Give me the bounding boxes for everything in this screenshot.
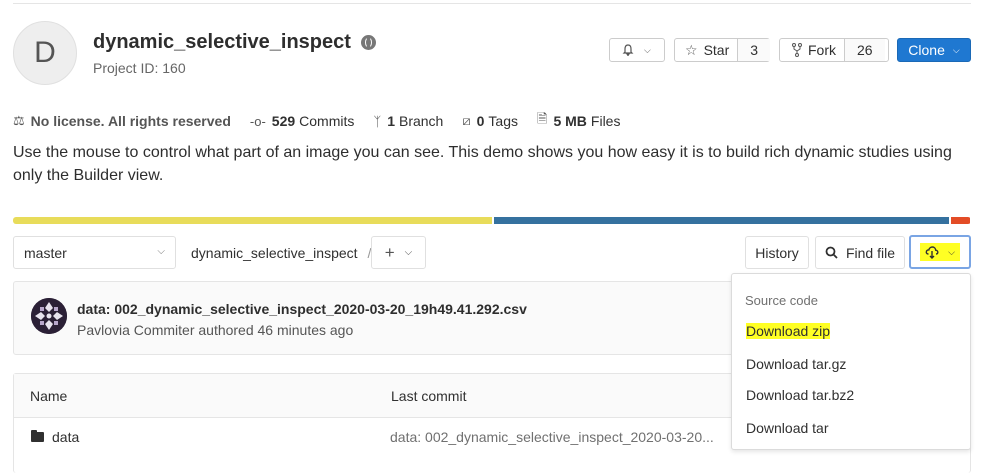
- branches-stat[interactable]: ᛉ 1 Branch: [373, 113, 443, 129]
- commit-message[interactable]: data: 002_dynamic_selective_inspect_2020…: [77, 301, 527, 317]
- star-label: Star: [703, 42, 730, 58]
- branches-label: Branch: [398, 113, 444, 129]
- file-entry-data[interactable]: data: [31, 429, 79, 445]
- chevron-down-icon: ⌵: [404, 247, 413, 258]
- chevron-down-icon: ⌵: [157, 246, 165, 257]
- public-globe-icon: [360, 35, 376, 50]
- download-tar-gz-item[interactable]: Download tar.gz: [746, 356, 846, 372]
- chevron-down-icon: ⌵: [948, 246, 955, 257]
- add-to-tree-button[interactable]: + ⌵: [371, 236, 426, 269]
- bell-icon: [622, 44, 634, 56]
- branch-name: master: [24, 244, 67, 261]
- project-stats: ⚖ No license. All rights reserved -o- 52…: [13, 110, 639, 132]
- commit-icon: -o-: [249, 113, 266, 129]
- project-name[interactable]: dynamic_selective_inspect: [93, 31, 351, 54]
- branches-count: 1: [387, 113, 395, 129]
- download-tar-bz2-item[interactable]: Download tar.bz2: [746, 387, 854, 403]
- files-label: Files: [590, 113, 621, 129]
- clone-label: Clone: [908, 42, 945, 58]
- files-size: 5 MB: [553, 113, 587, 129]
- license-stat[interactable]: ⚖ No license. All rights reserved: [13, 113, 231, 129]
- cloud-download-icon: [925, 245, 939, 259]
- commits-stat[interactable]: -o- 529 Commits: [250, 113, 354, 129]
- chevron-down-icon: ⌵: [952, 44, 960, 55]
- file-last-commit[interactable]: data: 002_dynamic_selective_inspect_2020…: [390, 429, 714, 445]
- files-stat[interactable]: 🗎 5 MB Files: [537, 110, 620, 132]
- language-bar: [13, 217, 971, 224]
- download-tar-item[interactable]: Download tar: [746, 420, 829, 436]
- breadcrumb-project[interactable]: dynamic_selective_inspect: [191, 245, 358, 261]
- notification-button[interactable]: ⌵: [609, 38, 665, 62]
- project-title: dynamic_selective_inspect: [93, 31, 376, 54]
- commits-label: Commits: [299, 113, 355, 129]
- tags-count: 0: [476, 113, 485, 129]
- avatar-letter: D: [34, 36, 56, 69]
- commits-count: 529: [271, 113, 296, 129]
- scale-icon: ⚖: [13, 113, 25, 128]
- file-icon: 🗎: [537, 111, 548, 126]
- branch-selector[interactable]: master ⌵: [13, 236, 176, 269]
- file-name-label: data: [52, 429, 80, 445]
- download-button[interactable]: ⌵: [909, 235, 971, 269]
- project-description: Use the mouse to control what part of an…: [13, 144, 952, 184]
- tags-label: Tags: [488, 113, 518, 129]
- project-avatar: D: [13, 21, 77, 85]
- language-segment[interactable]: [951, 217, 971, 224]
- fork-count[interactable]: 26: [844, 39, 885, 61]
- identicon-icon: [31, 298, 67, 334]
- find-file-label: Find file: [845, 244, 896, 261]
- star-icon: ☆: [685, 41, 698, 58]
- plus-icon: +: [384, 242, 395, 262]
- chevron-down-icon: ⌵: [644, 44, 651, 55]
- clone-button[interactable]: Clone ⌵: [897, 38, 971, 62]
- fork-label: Fork: [808, 42, 836, 58]
- history-button[interactable]: History: [745, 236, 809, 269]
- fork-icon: [792, 43, 802, 57]
- dropdown-header: Source code: [745, 293, 818, 308]
- fork-button[interactable]: Fork 26: [779, 38, 889, 62]
- tags-stat[interactable]: ⧄ 0 Tags: [462, 113, 518, 129]
- project-id: Project ID: 160: [93, 60, 186, 76]
- branch-icon: ᛉ: [373, 113, 382, 129]
- search-icon: [825, 246, 838, 259]
- commit-author-line: Pavlovia Commiter authored 46 minutes ag…: [77, 322, 354, 338]
- find-file-button[interactable]: Find file: [815, 236, 905, 269]
- license-label: No license. All rights reserved: [30, 113, 231, 129]
- breadcrumb: dynamic_selective_inspect /: [191, 245, 371, 261]
- tag-icon: ⧄: [462, 113, 471, 128]
- star-count[interactable]: 3: [737, 39, 771, 61]
- download-zip-item[interactable]: Download zip: [746, 323, 831, 339]
- commit-author-avatar[interactable]: [31, 298, 67, 334]
- folder-icon: [31, 430, 44, 442]
- language-segment[interactable]: [13, 217, 492, 224]
- download-zip-label: Download zip: [746, 323, 831, 339]
- download-dropdown: Source code Download zip Download tar.gz…: [731, 273, 971, 450]
- star-button[interactable]: ☆ Star 3: [674, 38, 771, 62]
- top-divider: [13, 3, 971, 4]
- language-segment[interactable]: [494, 217, 950, 224]
